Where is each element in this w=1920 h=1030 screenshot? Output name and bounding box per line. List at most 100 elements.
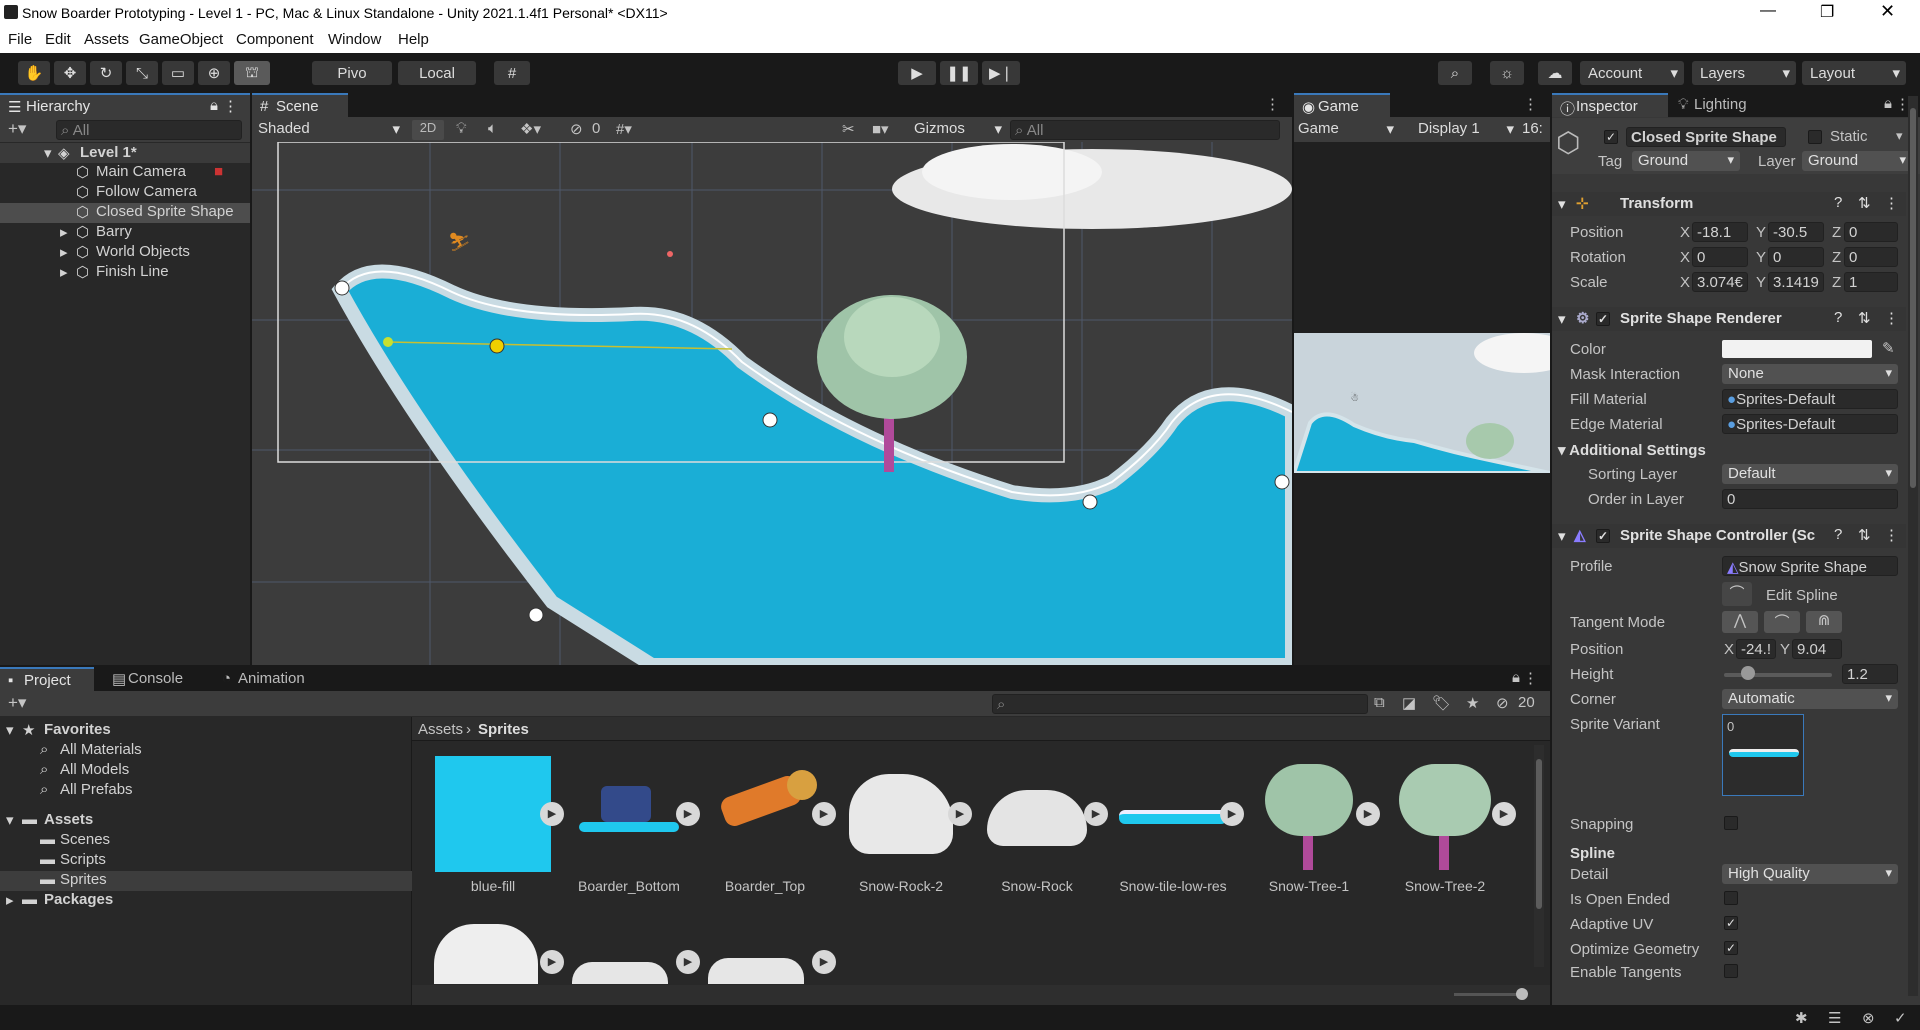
hierarchy-item[interactable]: ▸ ⬡ World Objects — [0, 243, 250, 263]
scale-z-input[interactable]: 1 — [1844, 272, 1898, 292]
help-icon[interactable]: ? — [1834, 526, 1842, 543]
rect-tool-icon[interactable]: ▭ — [162, 61, 194, 85]
tab-project[interactable]: ▪ Project — [0, 667, 94, 691]
inspector-scrollbar-thumb[interactable] — [1910, 108, 1916, 488]
additional-settings-foldout[interactable]: ▾ Additional Settings — [1558, 441, 1706, 459]
search-icon[interactable]: ⌕ — [1438, 61, 1472, 85]
menu-window[interactable]: Window — [328, 31, 381, 48]
move-tool-icon[interactable]: ✥ — [54, 61, 86, 85]
scale-tool-icon[interactable]: ⤡ — [126, 61, 158, 85]
project-search-input[interactable]: ⌕ — [992, 694, 1368, 714]
folder-item[interactable]: ▬ Scripts — [0, 851, 412, 871]
height-slider-knob[interactable] — [1740, 666, 1755, 680]
folder-item[interactable]: ▬ Scenes — [0, 831, 412, 851]
more-icon[interactable]: ⋮ — [1884, 194, 1899, 212]
color-swatch[interactable] — [1722, 340, 1872, 358]
menu-assets[interactable]: Assets — [84, 31, 129, 48]
asset-item[interactable]: Snow-Rock-2 — [840, 756, 962, 894]
controller-header[interactable]: ▾ ◭ ✓ Sprite Shape Controller (Sc ? ⇅ ⋮ — [1552, 524, 1906, 548]
corner-dropdown[interactable]: Automatic — [1722, 689, 1898, 709]
close-icon[interactable]: ✕ — [1880, 1, 1895, 22]
favorites-row[interactable]: ▾ ★ Favorites — [0, 721, 412, 741]
tangent-linear-button[interactable]: ⋀ — [1722, 611, 1758, 633]
preset-icon[interactable]: ⇅ — [1858, 526, 1871, 544]
expand-arrow-icon[interactable]: ▸ — [60, 263, 68, 281]
breadcrumb-assets[interactable]: Assets — [418, 721, 463, 738]
2d-toggle[interactable]: 2D — [412, 120, 444, 140]
play-icon[interactable]: ▶ — [676, 802, 700, 826]
profiler-icon[interactable]: ⊗ — [1862, 1009, 1875, 1027]
asset-item[interactable]: Boarder_Top — [704, 756, 826, 894]
play-icon[interactable]: ▶ — [1084, 802, 1108, 826]
zoom-slider-knob[interactable] — [1516, 988, 1528, 1000]
lock-icon[interactable]: 🔒︎ — [1884, 95, 1892, 112]
cloud-icon[interactable]: ☁ — [1538, 61, 1572, 85]
scene-root-row[interactable]: ▾ ◈ Level 1* — [0, 143, 250, 163]
help-icon[interactable]: ? — [1834, 309, 1842, 326]
tab-hierarchy[interactable]: ☰ Hierarchy 🔒︎ ⋮ — [0, 93, 250, 117]
display-dropdown[interactable]: Display 1 ▾ — [1418, 120, 1518, 140]
pivot-toggle[interactable]: Pivo — [312, 61, 392, 85]
asset-grid-scrollbar[interactable] — [1534, 745, 1544, 967]
play-icon[interactable]: ▶ — [948, 802, 972, 826]
expand-arrow-icon[interactable]: ▸ — [60, 243, 68, 261]
spline-point-selected[interactable] — [489, 338, 505, 354]
tab-lighting[interactable]: 💡︎ Lighting — [1670, 93, 1780, 117]
object-name-input[interactable]: Closed Sprite Shape — [1626, 127, 1786, 147]
sorting-layer-dropdown[interactable]: Default — [1722, 464, 1898, 484]
tools-icon[interactable]: ✂ — [842, 120, 855, 138]
position-y-input[interactable]: -30.5 — [1768, 222, 1824, 242]
foldout-arrow-icon[interactable]: ▾ — [1558, 195, 1566, 213]
height-input[interactable]: 1.2 — [1842, 664, 1898, 684]
grid-toggle-icon[interactable]: #▾ — [616, 120, 632, 138]
expand-arrow-icon[interactable]: ▸ — [60, 223, 68, 241]
layers-dropdown[interactable]: Layers ▾ — [1692, 61, 1796, 85]
controller-enabled-checkbox[interactable]: ✓ — [1596, 529, 1610, 543]
favorite-item[interactable]: ⌕ All Materials — [0, 741, 412, 761]
more-icon[interactable]: ⋮ — [1884, 309, 1899, 327]
debug-icon[interactable]: ✱ — [1795, 1009, 1808, 1027]
hierarchy-item[interactable]: ▸ ⬡ Finish Line — [0, 263, 250, 283]
more-icon[interactable]: ⋮ — [1884, 526, 1899, 544]
spline-point[interactable] — [528, 607, 544, 623]
more-icon[interactable]: ⋮ — [1523, 95, 1538, 113]
play-button[interactable]: ▶ — [898, 61, 936, 85]
favorite-item[interactable]: ⌕ All Prefabs — [0, 781, 412, 801]
camera-settings-icon[interactable]: ■▾ — [872, 120, 889, 138]
play-icon[interactable]: ▶ — [540, 950, 564, 974]
renderer-header[interactable]: ▾ ⚙ ✓ Sprite Shape Renderer ? ⇅ ⋮ — [1552, 307, 1906, 331]
transform-header[interactable]: ▾ ⊹ Transform ? ⇅ ⋮ — [1552, 192, 1906, 216]
position-x-input[interactable]: -18.1 — [1692, 222, 1748, 242]
play-icon[interactable]: ▶ — [540, 802, 564, 826]
menu-edit[interactable]: Edit — [45, 31, 71, 48]
tag-dropdown[interactable]: Ground — [1632, 151, 1740, 171]
detail-dropdown[interactable]: High Quality — [1722, 864, 1898, 884]
add-icon[interactable]: +▾ — [8, 693, 26, 713]
cloud-asset-thumbnail[interactable] — [434, 924, 538, 984]
play-icon[interactable]: ▶ — [812, 950, 836, 974]
rotate-tool-icon[interactable]: ↻ — [90, 61, 122, 85]
breadcrumb-sprites[interactable]: Sprites — [478, 721, 529, 738]
mask-interaction-dropdown[interactable]: None — [1722, 364, 1898, 384]
snow-ground-shape[interactable] — [331, 264, 1292, 665]
aspect-dropdown[interactable]: 16: — [1522, 120, 1543, 137]
more-icon[interactable]: ⋮ — [1265, 95, 1280, 113]
play-icon[interactable]: ▶ — [812, 802, 836, 826]
effects-icon[interactable]: ❖▾ — [520, 120, 541, 138]
scale-y-input[interactable]: 3.1419 — [1768, 272, 1824, 292]
hierarchy-item-selected[interactable]: ⬡ Closed Sprite Shape — [0, 203, 250, 223]
audio-icon[interactable]: 🔈︎ — [488, 120, 497, 137]
tab-console[interactable]: ▤ Console — [104, 667, 204, 691]
rotation-y-input[interactable]: 0 — [1768, 247, 1824, 267]
play-icon[interactable]: ▶ — [676, 950, 700, 974]
tangent-handle[interactable] — [383, 337, 393, 347]
layout-dropdown[interactable]: Layout ▾ — [1802, 61, 1906, 85]
profile-field[interactable]: ◭Snow Sprite Shape — [1722, 556, 1898, 576]
tab-scene[interactable]: # Scene — [252, 93, 348, 117]
spline-point[interactable] — [762, 412, 778, 428]
asset-item[interactable]: Boarder_Bottom — [568, 756, 690, 894]
gizmos-dropdown[interactable]: Gizmos ▾ — [914, 120, 1006, 140]
scene-canvas[interactable]: ⛷ — [252, 142, 1292, 665]
grid-snap-icon[interactable]: # — [494, 61, 530, 85]
search-by-type-icon[interactable]: ⧉ — [1374, 694, 1385, 711]
